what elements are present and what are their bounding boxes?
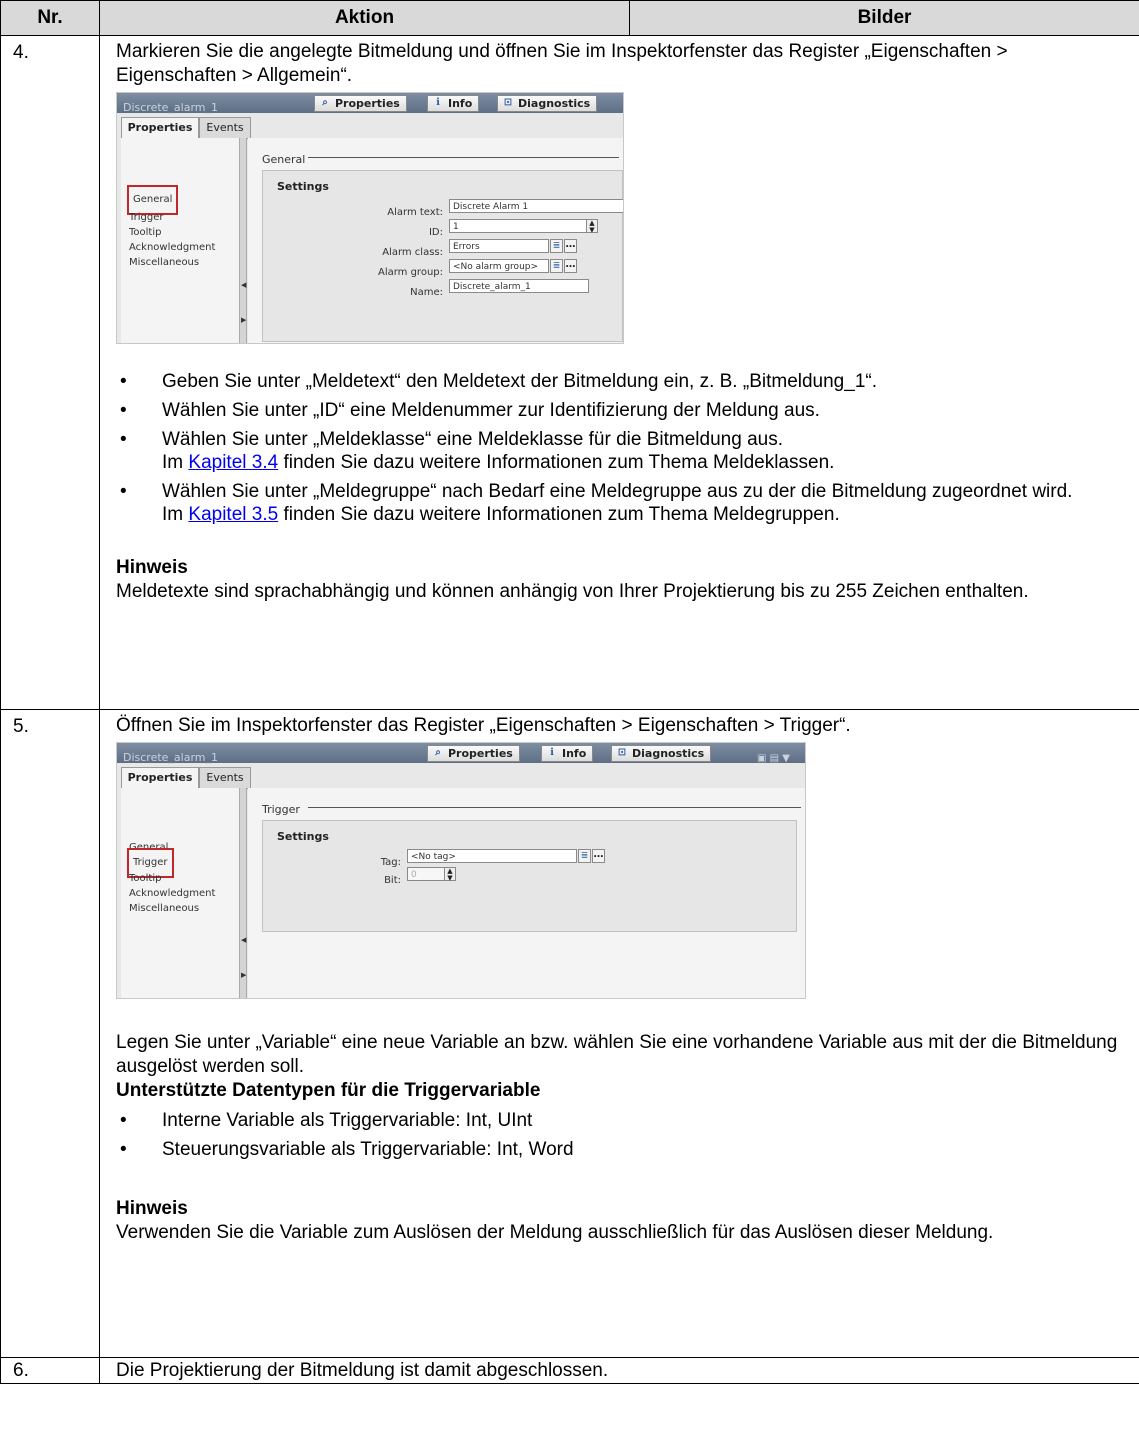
nav-splitter[interactable]: ◀ ▶ xyxy=(239,138,247,343)
link-kapitel-3-4[interactable]: Kapitel 3.4 xyxy=(188,452,278,473)
id-spinner-icon[interactable]: ▲ ▼ xyxy=(586,219,598,234)
nav-miscellaneous[interactable]: Miscellaneous xyxy=(129,897,199,921)
row-action: Öffnen Sie im Inspektorfenster das Regis… xyxy=(99,709,1139,1358)
properties-icon: ⌕ xyxy=(322,97,328,108)
row-number: 5. xyxy=(0,709,100,1358)
section-title: Trigger xyxy=(262,803,300,816)
browse-icon[interactable]: … xyxy=(564,259,577,273)
tab-info-top[interactable]: ℹ Info xyxy=(427,95,480,112)
list-icon[interactable]: ≣ xyxy=(550,239,563,253)
section-divider xyxy=(308,157,619,158)
alarm-class-input[interactable]: Errors xyxy=(449,239,549,253)
expand-arrow-icon[interactable]: ▶ xyxy=(241,963,246,987)
tab-properties[interactable]: Properties xyxy=(121,117,199,140)
tab-properties-top[interactable]: ⌕ Properties xyxy=(314,95,407,112)
inspector-titlebar: Discrete_alarm_1 ⌕ Properties ℹ Info ⊡ Diag… xyxy=(117,743,805,764)
row-number: 4. xyxy=(0,35,100,710)
settings-title: Settings xyxy=(277,830,329,843)
inspector-nav: General Trigger Tooltip Acknowledgment M… xyxy=(121,788,240,998)
row-action: Markieren Sie die angelegte Bitmeldung u… xyxy=(99,35,1139,710)
tag-input[interactable]: <No tag> xyxy=(407,849,577,863)
list-item: Interne Variable als Triggervariable: In… xyxy=(116,1109,1129,1132)
note-text: Meldetexte sind sprachabhängig und könne… xyxy=(116,581,1029,602)
subsection-title: Unterstützte Datentypen für die Triggerv… xyxy=(116,1080,541,1101)
bit-spinner-icon[interactable]: ▲ ▼ xyxy=(444,867,456,882)
instruction-table: Nr. Aktion Bilder 4. Markieren Sie die a… xyxy=(0,0,1139,1384)
window-controls-icon[interactable]: ▣ ▤ ▼ xyxy=(757,747,790,771)
step-text: Die Projektierung der Bitmeldung ist dam… xyxy=(116,1360,609,1381)
tab-properties[interactable]: Properties xyxy=(121,767,199,790)
section-divider xyxy=(308,807,801,808)
tab-events[interactable]: Events xyxy=(199,767,251,789)
step-intro: Öffnen Sie im Inspektorfenster das Regis… xyxy=(116,715,851,736)
header-nr: Nr. xyxy=(0,0,100,36)
diagnostics-icon: ⊡ xyxy=(503,97,513,108)
id-input[interactable]: 1 xyxy=(449,219,587,233)
bit-input[interactable]: 0 xyxy=(407,867,445,881)
list-item: Steuerungsvariable als Triggervariable: … xyxy=(116,1138,1129,1161)
alarm-text-input[interactable]: Discrete Alarm 1 xyxy=(449,199,623,213)
settings-group: Settings Tag: <No tag> ≣ … Bit: 0 ▲ ▼ xyxy=(262,820,797,932)
inspector-screenshot-trigger: Discrete_alarm_1 ⌕ Properties ℹ Info ⊡ Diag… xyxy=(116,742,806,999)
name-input[interactable]: Discrete_alarm_1 xyxy=(449,279,589,293)
inspector-screenshot-general: Discrete_alarm_1 ⌕ Properties ℹ Info ⊡ Diag… xyxy=(116,92,624,344)
browse-icon[interactable]: … xyxy=(592,849,605,863)
list-item: Wählen Sie unter „Meldeklasse“ eine Meld… xyxy=(116,428,1129,474)
note-text: Verwenden Sie die Variable zum Auslösen … xyxy=(116,1222,994,1243)
row-action: Die Projektierung der Bitmeldung ist dam… xyxy=(99,1357,1139,1384)
list-icon[interactable]: ≣ xyxy=(550,259,563,273)
inspector-content: General Settings Alarm text: Discrete Al… xyxy=(248,138,623,343)
inspector-content: Trigger Settings Tag: <No tag> ≣ … Bit: … xyxy=(248,788,805,998)
row-number: 6. xyxy=(0,1357,100,1384)
list-item: Wählen Sie unter „Meldegruppe“ nach Beda… xyxy=(116,480,1129,526)
tab-properties-top[interactable]: ⌕ Properties xyxy=(427,745,520,762)
settings-group: Settings Alarm text: Discrete Alarm 1 ID… xyxy=(262,170,623,342)
section-title: General xyxy=(262,153,306,166)
alarm-group-input[interactable]: <No alarm group> xyxy=(449,259,549,273)
table-row: 4. Markieren Sie die angelegte Bitmeldun… xyxy=(0,35,1139,710)
tab-diagnostics-top[interactable]: ⊡ Diagnostics xyxy=(497,95,598,112)
list-icon[interactable]: ≣ xyxy=(578,849,591,863)
settings-title: Settings xyxy=(277,180,329,193)
field-label: Name: xyxy=(410,287,443,298)
bullet-list: Geben Sie unter „Meldetext“ den Meldetex… xyxy=(116,370,1129,526)
header-row: Nr. Aktion Bilder xyxy=(0,0,1139,36)
list-item: Wählen Sie unter „ID“ eine Meldenummer z… xyxy=(116,399,1129,422)
inspector-titlebar: Discrete_alarm_1 ⌕ Properties ℹ Info ⊡ Diag… xyxy=(117,93,623,114)
note-title: Hinweis xyxy=(116,557,188,578)
table-row: 6. Die Projektierung der Bitmeldung ist … xyxy=(0,1357,1139,1384)
properties-icon: ⌕ xyxy=(435,747,441,758)
field-label: Bit: xyxy=(384,875,401,886)
info-icon: ℹ xyxy=(436,97,440,108)
step-intro: Markieren Sie die angelegte Bitmeldung u… xyxy=(116,41,1008,86)
info-icon: ℹ xyxy=(550,747,554,758)
tab-info-top[interactable]: ℹ Info xyxy=(541,745,594,762)
table-row: 5. Öffnen Sie im Inspektorfenster das Re… xyxy=(0,709,1139,1358)
note-title: Hinweis xyxy=(116,1198,188,1219)
diagnostics-icon: ⊡ xyxy=(617,747,627,758)
tab-diagnostics-top[interactable]: ⊡ Diagnostics xyxy=(611,745,712,762)
collapse-arrow-icon[interactable]: ◀ xyxy=(241,928,246,952)
link-kapitel-3-5[interactable]: Kapitel 3.5 xyxy=(188,504,278,525)
nav-splitter[interactable]: ◀ ▶ xyxy=(239,788,247,998)
expand-arrow-icon[interactable]: ▶ xyxy=(241,308,246,332)
collapse-arrow-icon[interactable]: ◀ xyxy=(241,273,246,297)
header-bilder: Bilder xyxy=(629,0,1139,36)
header-aktion: Aktion xyxy=(99,0,630,36)
list-item: Geben Sie unter „Meldetext“ den Meldetex… xyxy=(116,370,1129,393)
bullet-list: Interne Variable als Triggervariable: In… xyxy=(116,1109,1129,1161)
browse-icon[interactable]: … xyxy=(564,239,577,253)
nav-miscellaneous[interactable]: Miscellaneous xyxy=(129,251,199,275)
step-text: Legen Sie unter „Variable“ eine neue Var… xyxy=(116,1032,1118,1077)
inspector-nav: General Trigger Tooltip Acknowledgment M… xyxy=(121,138,240,343)
tab-events[interactable]: Events xyxy=(199,117,251,139)
